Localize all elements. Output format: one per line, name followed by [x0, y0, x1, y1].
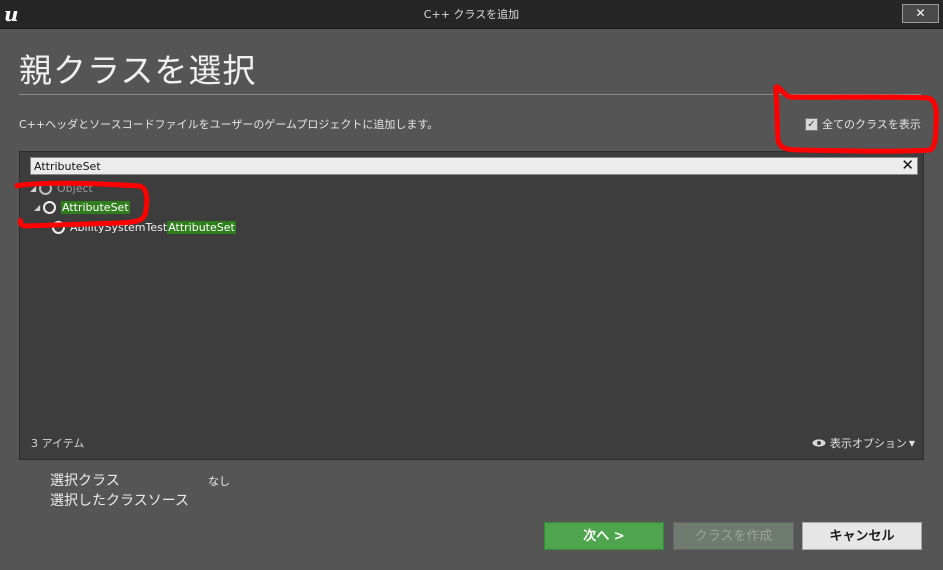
view-options-button[interactable]: 表示オプション ▼	[812, 435, 915, 451]
next-button[interactable]: 次へ >	[544, 522, 664, 550]
create-class-button[interactable]: クラスを作成	[673, 522, 794, 550]
class-search-box[interactable]: ✕	[30, 157, 918, 175]
class-circle-icon	[39, 181, 52, 195]
expand-arrow-icon[interactable]: ◢	[34, 203, 42, 212]
class-circle-icon	[43, 200, 56, 214]
tree-item-object[interactable]: ◢ Object	[30, 179, 93, 197]
eye-icon	[812, 439, 826, 447]
window-title: C++ クラスを追加	[423, 8, 520, 21]
show-all-classes-checkbox[interactable]: ✓	[805, 117, 818, 131]
selected-class-value: なし	[208, 475, 230, 488]
tree-item-label: AttributeSet	[61, 200, 130, 214]
selected-class-source-label: 選択したクラスソース	[50, 493, 190, 509]
class-search-input[interactable]	[34, 158, 894, 174]
close-button[interactable]: ✕	[902, 4, 939, 23]
view-options-label: 表示オプション	[829, 437, 907, 450]
cancel-button[interactable]: キャンセル	[802, 522, 922, 550]
tree-item-label-match: AttributeSet	[167, 220, 236, 234]
class-circle-icon	[52, 220, 65, 234]
tree-item-abilitysystemtest-attributeset[interactable]: AbilitySystemTest AttributeSet	[52, 218, 236, 236]
selected-class-label: 選択クラス	[50, 473, 120, 489]
tree-item-label: Object	[57, 181, 93, 195]
clear-search-icon[interactable]: ✕	[901, 157, 914, 173]
description-text: C++ヘッダとソースコードファイルをユーザーのゲームプロジェクトに追加します。	[19, 118, 439, 131]
page-title: 親クラスを選択	[19, 51, 257, 90]
show-all-classes-label: 全てのクラスを表示	[822, 118, 921, 131]
tree-item-label-prefix: AbilitySystemTest	[70, 220, 168, 234]
tree-item-attributeset[interactable]: ◢ AttributeSet	[34, 198, 130, 216]
show-all-classes-toggle[interactable]: ✓ 全てのクラスを表示	[805, 116, 921, 132]
title-divider	[19, 94, 921, 95]
title-bar: u C++ クラスを追加 ✕	[0, 0, 943, 29]
caret-down-icon: ▼	[908, 438, 915, 448]
expand-arrow-icon[interactable]: ◢	[30, 184, 38, 193]
item-count: 3 アイテム	[31, 437, 85, 450]
class-picker-panel: ✕ ◢ Object ◢ AttributeSet AbilitySystemT…	[19, 151, 924, 460]
